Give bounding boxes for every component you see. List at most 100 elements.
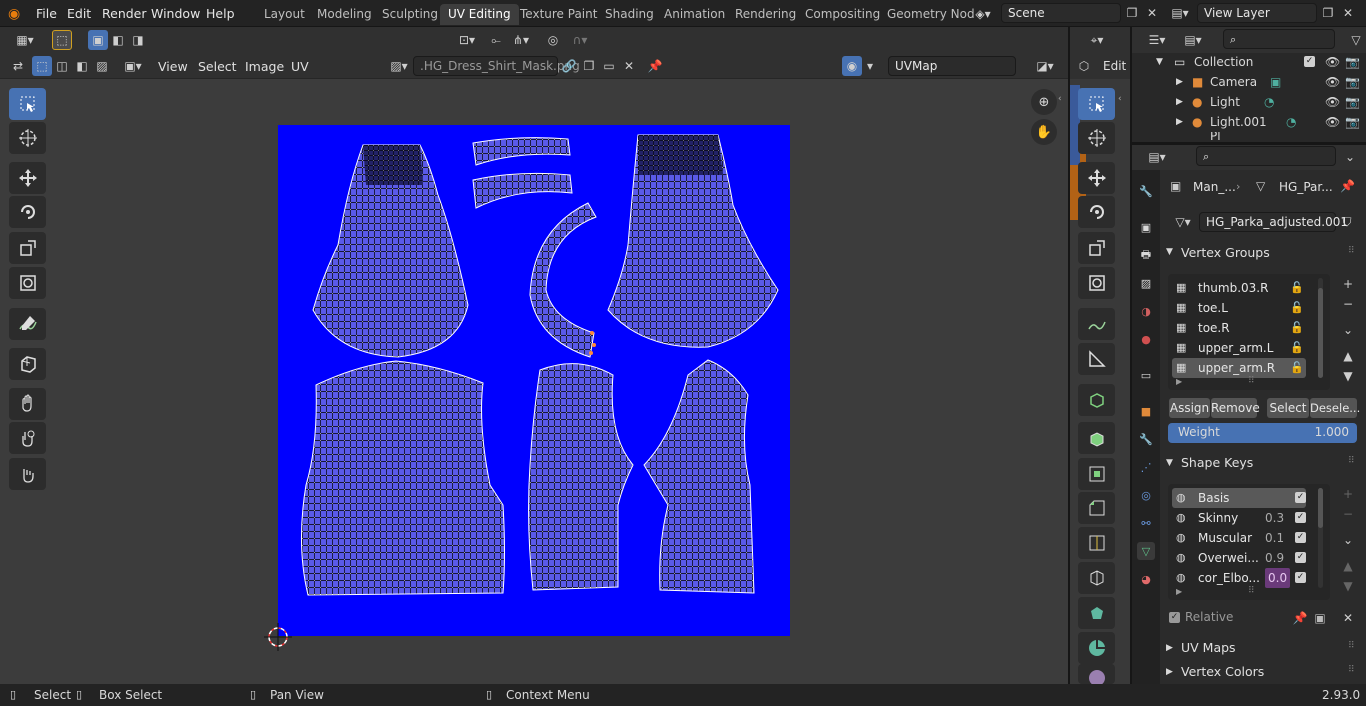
scene-tab-icon[interactable]: ◑ xyxy=(1137,302,1155,320)
camera-data-icon[interactable]: ▣ xyxy=(1270,72,1281,92)
proportional-falloff-icon[interactable]: ∩▾ xyxy=(565,30,595,50)
visibility-eye-icon[interactable]: 👁 xyxy=(1325,112,1340,132)
proportional-edit-icon[interactable]: ◎ xyxy=(543,30,563,50)
mesh-browse-icon[interactable]: ▽▾ xyxy=(1168,212,1198,232)
relative-checkbox[interactable]: ✓ xyxy=(1169,612,1180,623)
vp-cursor-tool-icon[interactable] xyxy=(1078,122,1115,154)
tab-rendering[interactable]: Rendering xyxy=(727,4,804,25)
light-data-icon[interactable]: ◔ xyxy=(1264,92,1274,112)
viewport-mode-label[interactable]: Edit I xyxy=(1103,58,1130,74)
remove-button[interactable]: Remove xyxy=(1211,398,1260,418)
vertex-group-specials-icon[interactable]: ⌄ xyxy=(1338,320,1358,340)
vertex-group-row[interactable]: ▦ upper_arm.R 🔓 xyxy=(1172,358,1306,378)
uv-maps-title[interactable]: UV Maps xyxy=(1181,637,1366,659)
vertex-colors-title[interactable]: Vertex Colors xyxy=(1181,661,1366,683)
scale-tool-icon[interactable] xyxy=(9,232,46,264)
light-data-icon[interactable]: ◔ xyxy=(1286,112,1296,132)
relax-tool-icon[interactable] xyxy=(9,422,46,454)
delete-view-layer-icon[interactable]: ✕ xyxy=(1338,3,1358,23)
tab-uv-editing[interactable]: UV Editing xyxy=(440,4,519,25)
island-select-mode-icon[interactable]: ▨ xyxy=(92,56,112,76)
move-up-icon[interactable]: ▲ xyxy=(1338,556,1358,576)
transform-tool-icon[interactable] xyxy=(9,267,46,299)
fake-user-shield-icon[interactable]: ⛉ xyxy=(1337,212,1357,232)
display-channels-icon[interactable]: ◪▾ xyxy=(1030,56,1060,76)
vp-bevel-tool-icon[interactable] xyxy=(1078,492,1115,524)
select-button[interactable]: Select xyxy=(1267,398,1309,418)
render-camera-icon[interactable]: 📷 xyxy=(1345,92,1360,112)
vp-select-tool-icon[interactable] xyxy=(1078,88,1115,120)
new-scene-icon[interactable]: ❐ xyxy=(1122,3,1142,23)
delete-scene-icon[interactable]: ✕ xyxy=(1142,3,1162,23)
shape-key-value[interactable]: 0.3 xyxy=(1265,508,1284,528)
tab-shading[interactable]: Shading xyxy=(597,4,662,25)
object-tab-icon[interactable]: ■ xyxy=(1137,402,1155,420)
clear-weights-icon[interactable]: ✕ xyxy=(1338,608,1358,628)
open-image-icon[interactable]: ▭ xyxy=(599,56,619,76)
vp-inset-tool-icon[interactable] xyxy=(1078,458,1115,490)
shape-key-row[interactable]: ◍ Skinny 0.3 ✓ xyxy=(1172,508,1306,528)
lock-icon[interactable]: 🔓 xyxy=(1290,338,1304,358)
vp-rotate-tool-icon[interactable] xyxy=(1078,196,1115,228)
assign-button[interactable]: Assign xyxy=(1169,398,1210,418)
sticky-selection-icon[interactable]: ▣▾ xyxy=(118,56,148,76)
image-browse-icon[interactable]: ▨▾ xyxy=(385,56,413,76)
list-resize-handle-icon[interactable]: ⠿ xyxy=(1248,376,1255,386)
shape-key-row[interactable]: ◍ Overwei... 0.9 ✓ xyxy=(1172,548,1306,568)
mesh-data-tab-icon[interactable]: ▽ xyxy=(1137,542,1155,560)
expand-arrow-icon[interactable]: ▶ xyxy=(1176,112,1183,132)
outliner-filter-icon[interactable]: ▽ xyxy=(1346,30,1366,50)
scene-name-field[interactable]: Scene xyxy=(1001,3,1121,23)
tab-compositing[interactable]: Compositing xyxy=(797,4,888,25)
shape-key-row[interactable]: ◍ cor_Elbo... 0.0 ✓ xyxy=(1172,568,1306,588)
add-vertex-group-icon[interactable]: + xyxy=(1338,274,1358,294)
vp-knife-tool-icon[interactable] xyxy=(1078,562,1115,594)
drag-handle-icon[interactable]: ⠿ xyxy=(1348,641,1355,651)
shape-key-row[interactable]: ◍ Muscular 0.1 ✓ xyxy=(1172,528,1306,548)
shape-key-value[interactable]: 0.0 xyxy=(1265,568,1291,588)
pan-hand-icon[interactable]: ✋ xyxy=(1031,119,1057,145)
select-mode-new-icon[interactable]: ▣ xyxy=(88,30,108,50)
shape-key-row[interactable]: ◍ Basis ✓ xyxy=(1172,488,1306,508)
image-name-field[interactable]: .HG_Dress_Shirt_Mask.png xyxy=(413,56,580,76)
vertex-select-mode-icon[interactable]: ⬚ xyxy=(32,56,52,76)
list-filter-toggle-icon[interactable]: ▶ xyxy=(1176,587,1182,596)
edge-select-mode-icon[interactable]: ◫ xyxy=(52,56,72,76)
collection-include-checkbox[interactable]: ✓ xyxy=(1304,56,1315,67)
uv-menu-image[interactable]: Image xyxy=(241,58,288,76)
lock-icon[interactable]: 🔓 xyxy=(1290,298,1304,318)
lock-icon[interactable]: 🔓 xyxy=(1290,278,1304,298)
view-layer-selector-icon[interactable]: ▤▾ xyxy=(1170,3,1190,23)
shape-key-mute-checkbox[interactable]: ✓ xyxy=(1295,512,1306,523)
pinch-tool-icon[interactable] xyxy=(9,458,46,490)
tab-layout[interactable]: Layout xyxy=(256,4,313,25)
mesh-name-field[interactable]: HG_Parka_adjusted.001 xyxy=(1199,212,1348,232)
visibility-eye-icon[interactable]: 👁 xyxy=(1325,52,1340,72)
uv-map-field[interactable]: UVMap xyxy=(888,56,1016,76)
select-mode-subtract-icon[interactable]: ◨ xyxy=(128,30,148,50)
list-resize-handle-icon[interactable]: ⠿ xyxy=(1248,586,1255,596)
tweak-tool-icon[interactable] xyxy=(9,88,46,120)
tab-modeling[interactable]: Modeling xyxy=(309,4,380,25)
menu-edit[interactable]: Edit xyxy=(62,4,96,23)
fake-user-icon[interactable]: 🔗 xyxy=(559,56,579,76)
uv-menu-view[interactable]: View xyxy=(154,58,192,76)
pin-icon[interactable]: 📌 xyxy=(1340,179,1355,193)
shape-key-mute-checkbox[interactable]: ✓ xyxy=(1295,552,1306,563)
move-up-icon[interactable]: ▲ xyxy=(1338,346,1358,366)
menu-help[interactable]: Help xyxy=(201,4,240,23)
remove-vertex-group-icon[interactable]: − xyxy=(1338,294,1358,314)
move-down-icon[interactable]: ▼ xyxy=(1338,576,1358,596)
annotate-tool-icon[interactable] xyxy=(9,308,46,340)
viewport-editor-type-icon[interactable]: ⌖▾ xyxy=(1082,30,1112,50)
outliner-row-collection[interactable]: ▼ ▭ Collection ✓ 👁 📷 xyxy=(1132,52,1366,72)
shape-key-mute-checkbox[interactable]: ✓ xyxy=(1295,532,1306,543)
properties-options-icon[interactable]: ⌄ xyxy=(1340,147,1360,167)
select-tool-icon[interactable]: ⬚ xyxy=(52,30,72,50)
rip-tool-icon[interactable] xyxy=(9,348,46,380)
new-view-layer-icon[interactable]: ❐ xyxy=(1318,3,1338,23)
sidebar-toggle-icon[interactable]: ‹ xyxy=(1058,94,1062,104)
uv-islands[interactable] xyxy=(278,125,790,636)
menu-window[interactable]: Window xyxy=(146,4,205,23)
vp-measure-tool-icon[interactable] xyxy=(1078,343,1115,375)
